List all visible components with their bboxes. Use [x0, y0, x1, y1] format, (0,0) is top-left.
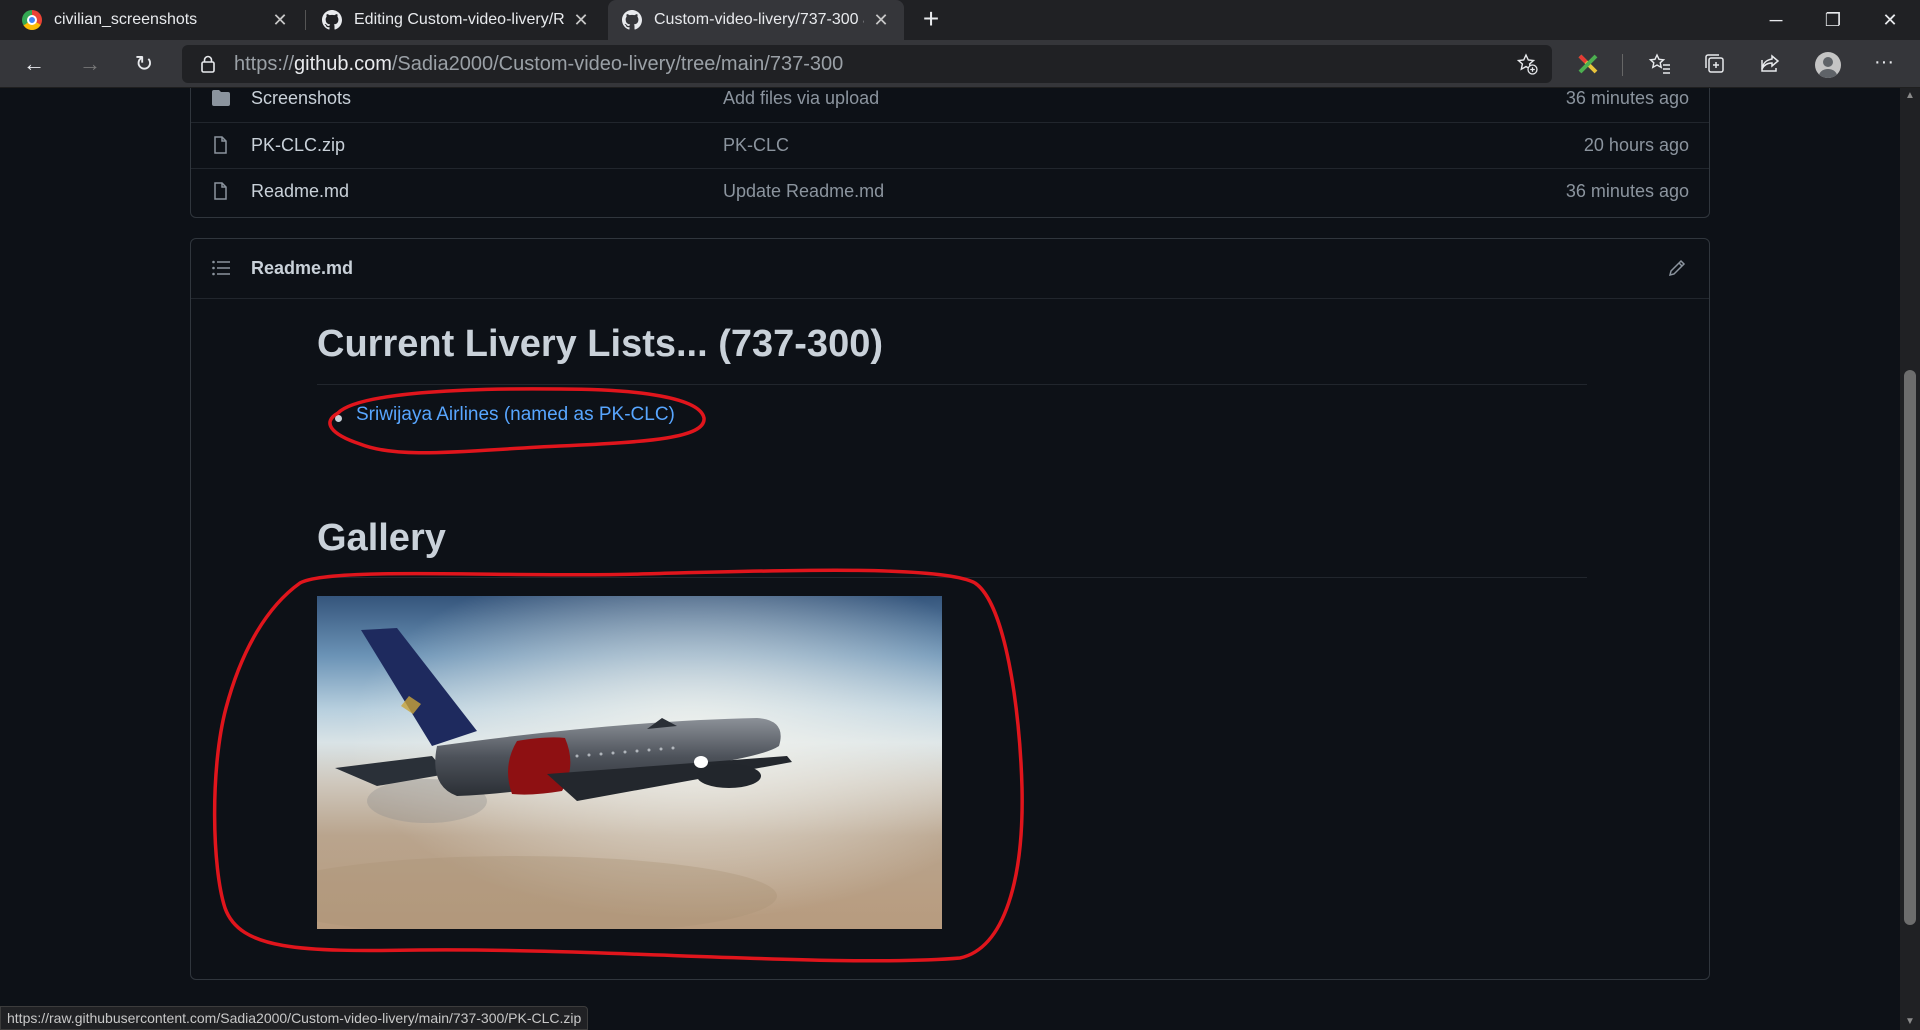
- more-options-icon[interactable]: ···: [1872, 50, 1896, 74]
- scroll-up-icon[interactable]: ▲: [1904, 90, 1916, 102]
- commit-message[interactable]: Add files via upload: [723, 88, 879, 109]
- readme-filename: Readme.md: [251, 258, 354, 278]
- scroll-down-icon[interactable]: ▼: [1904, 1016, 1916, 1028]
- profile-avatar[interactable]: [1815, 52, 1841, 78]
- table-row[interactable]: Screenshots Add files via upload 36 minu…: [191, 88, 1709, 122]
- table-row[interactable]: PK-CLC.zip PK-CLC 20 hours ago: [191, 122, 1709, 168]
- address-bar[interactable]: https://github.com/Sadia2000/Custom-vide…: [182, 45, 1552, 83]
- table-row[interactable]: Readme.md Update Readme.md 36 minutes ag…: [191, 168, 1709, 214]
- back-button[interactable]: ←: [18, 48, 50, 80]
- commit-age: 36 minutes ago: [1565, 88, 1689, 108]
- extension-icon[interactable]: [1576, 52, 1600, 76]
- collections-icon[interactable]: [1703, 52, 1727, 76]
- list-icon[interactable]: [211, 259, 231, 277]
- chrome-icon: [22, 10, 42, 30]
- pencil-icon[interactable]: [1667, 258, 1687, 278]
- tab-title: civilian_screenshots: [54, 11, 198, 28]
- file-icon: [214, 136, 227, 154]
- tab-civilian-screenshots[interactable]: civilian_screenshots ✕: [8, 0, 303, 40]
- github-icon: [322, 10, 342, 30]
- favorites-icon[interactable]: [1648, 52, 1672, 76]
- tab-strip: civilian_screenshots ✕ Editing Custom-vi…: [0, 0, 1920, 40]
- commit-age: 36 minutes ago: [1565, 181, 1689, 201]
- close-icon[interactable]: ✕: [872, 10, 890, 31]
- link-status-bar: https://raw.githubusercontent.com/Sadia2…: [0, 1006, 589, 1030]
- list-bullet: [335, 415, 342, 422]
- tab-separator: [305, 10, 306, 30]
- commit-age: 20 hours ago: [1583, 135, 1689, 155]
- page-viewport: Screenshots Add files via upload 36 minu…: [0, 88, 1900, 1030]
- url-text[interactable]: https://github.com/Sadia2000/Custom-vide…: [234, 45, 843, 83]
- commit-message[interactable]: Update Readme.md: [723, 181, 884, 202]
- close-icon[interactable]: ✕: [271, 10, 289, 31]
- airplane-illustration: [317, 596, 942, 929]
- file-icon: [214, 182, 227, 200]
- file-name[interactable]: PK-CLC.zip: [251, 135, 345, 156]
- forward-button[interactable]: →: [74, 48, 106, 80]
- url-scheme: https://: [234, 53, 295, 75]
- add-favorite-icon[interactable]: [1516, 53, 1538, 75]
- readme-panel: Readme.md Current Livery Lists... (737-3…: [190, 238, 1710, 980]
- tab-editing-readme[interactable]: Editing Custom-video-livery/REA ✕: [308, 0, 604, 40]
- url-path: /Sadia2000/Custom-video-livery/tree/main…: [391, 53, 844, 75]
- new-tab-button[interactable]: +: [915, 4, 947, 36]
- close-window-button[interactable]: ✕: [1862, 0, 1918, 40]
- readme-header: Readme.md: [191, 239, 1709, 299]
- file-name[interactable]: Screenshots: [251, 88, 351, 109]
- file-name[interactable]: Readme.md: [251, 181, 349, 202]
- tab-title: Editing Custom-video-livery/REA: [354, 11, 564, 28]
- heading-divider: [317, 384, 1587, 385]
- file-list: Screenshots Add files via upload 36 minu…: [190, 88, 1710, 218]
- gallery-image[interactable]: [317, 596, 942, 929]
- reload-button[interactable]: ↻: [128, 48, 160, 80]
- heading-divider: [317, 577, 1587, 578]
- restore-button[interactable]: ❐: [1805, 0, 1861, 40]
- github-icon: [622, 10, 642, 30]
- toolbar-divider: [1622, 54, 1623, 76]
- minimize-button[interactable]: ─: [1748, 0, 1804, 40]
- gallery-heading: Gallery: [317, 517, 446, 559]
- browser-toolbar: ← → ↻ https://github.com/Sadia2000/Custo…: [0, 40, 1920, 88]
- scrollbar-thumb[interactable]: [1904, 370, 1916, 925]
- tab-737-300-active[interactable]: Custom-video-livery/737-300 at ✕: [608, 0, 904, 40]
- livery-link[interactable]: Sriwijaya Airlines (named as PK-CLC): [356, 404, 675, 426]
- commit-message[interactable]: PK-CLC: [723, 135, 789, 156]
- folder-icon: [212, 90, 230, 106]
- tab-title: Custom-video-livery/737-300 at: [654, 11, 864, 28]
- share-icon[interactable]: [1758, 52, 1782, 76]
- lock-icon[interactable]: [200, 55, 216, 73]
- readme-heading: Current Livery Lists... (737-300): [317, 323, 883, 365]
- url-host: github.com: [294, 53, 392, 75]
- vertical-scrollbar[interactable]: ▲ ▼: [1900, 88, 1920, 1030]
- close-icon[interactable]: ✕: [572, 10, 590, 31]
